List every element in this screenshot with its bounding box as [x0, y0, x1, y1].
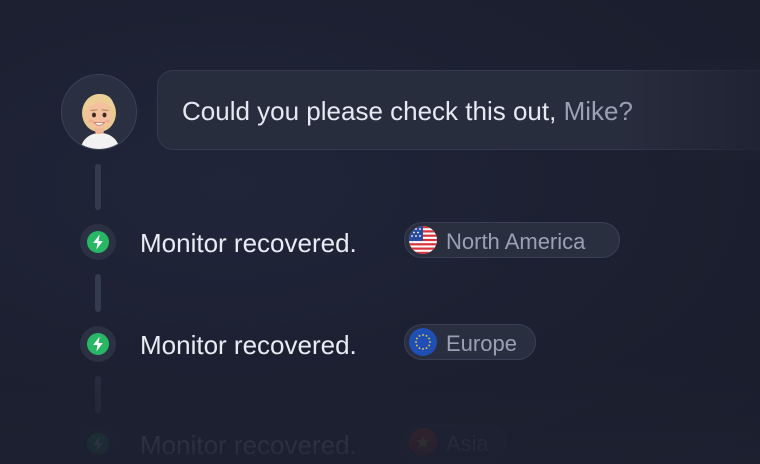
comment-mention[interactable]: Mike?	[564, 96, 633, 126]
timeline-connector	[95, 274, 101, 312]
timeline-connector	[95, 164, 101, 210]
region-badge[interactable]: Asia	[404, 424, 506, 460]
region-label: Europe	[446, 331, 517, 356]
avatar[interactable]	[61, 74, 137, 150]
event-text: Monitor recovered.	[140, 228, 357, 258]
comment-text: Could you please check this out, Mike?	[182, 96, 633, 127]
timeline-event: Monitor recovered. North America	[80, 222, 680, 262]
lightning-bolt-icon	[80, 326, 116, 362]
memoji-avatar-icon	[80, 94, 120, 149]
eu-flag-icon	[409, 328, 437, 356]
timeline-connector	[95, 376, 101, 414]
region-label: Asia	[446, 431, 489, 456]
event-text: Monitor recovered.	[140, 330, 357, 360]
region-badge[interactable]: North America	[404, 222, 620, 258]
lightning-bolt-icon	[80, 426, 116, 462]
region-badge[interactable]: Europe	[404, 324, 536, 360]
lightning-bolt-icon	[80, 224, 116, 260]
activity-feed: Could you please check this out, Mike? M…	[0, 0, 760, 464]
comment-bubble: Could you please check this out, Mike?	[157, 70, 760, 150]
timeline-event: Monitor recovered. Europe	[80, 324, 680, 364]
region-label: North America	[446, 229, 586, 254]
vietnam-flag-icon	[409, 428, 437, 456]
comment-message: Could you please check this out,	[182, 96, 557, 126]
event-text: Monitor recovered.	[140, 430, 357, 460]
timeline-event: Monitor recovered. Asia	[80, 424, 680, 464]
us-flag-icon	[409, 226, 437, 254]
